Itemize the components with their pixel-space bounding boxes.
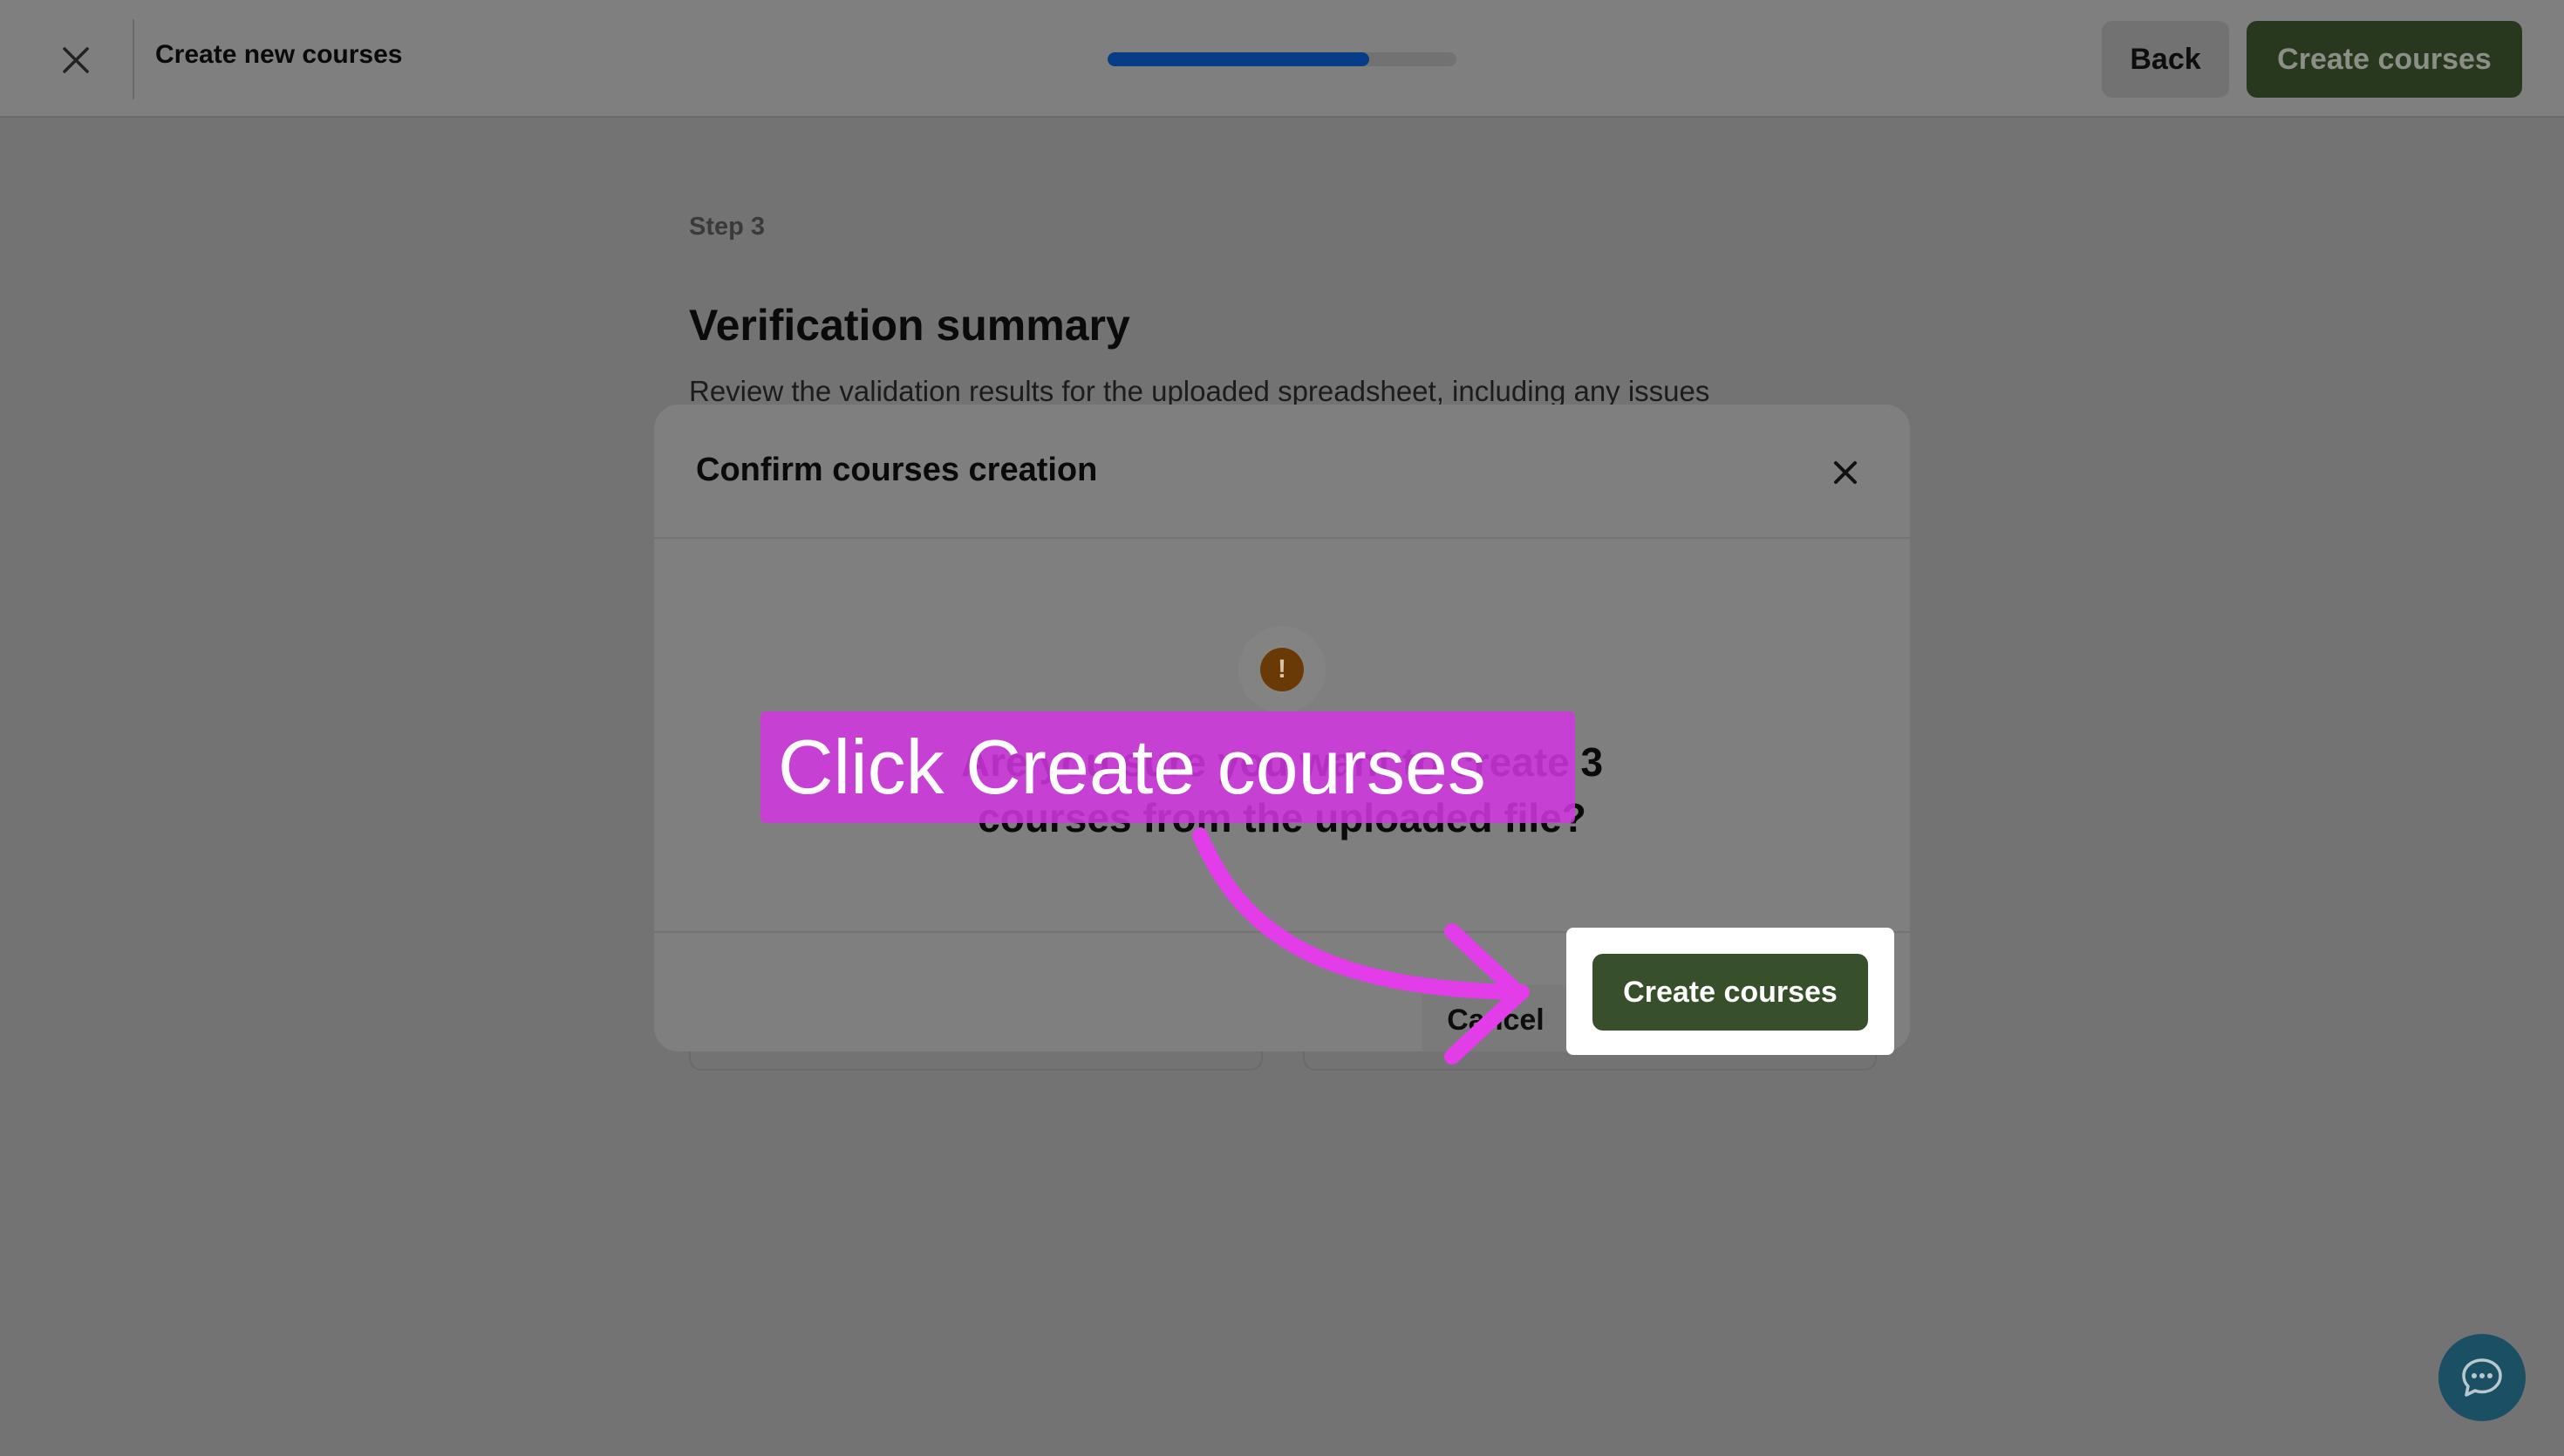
section-heading: Verification summary: [689, 301, 1130, 350]
close-icon[interactable]: [1826, 453, 1865, 492]
exclamation-icon: !: [1260, 648, 1304, 691]
close-icon[interactable]: [54, 38, 98, 82]
top-bar: Create new courses Back Create courses: [0, 0, 2564, 118]
step-label: Step 3: [689, 213, 766, 241]
dialog-title: Confirm courses creation: [696, 452, 1098, 488]
create-courses-button[interactable]: Create courses: [1592, 954, 1868, 1031]
topbar-divider: [133, 19, 134, 99]
section-description: Review the validation results for the up…: [689, 375, 1710, 407]
create-courses-button-top[interactable]: Create courses: [2247, 21, 2522, 98]
chat-button[interactable]: [2438, 1334, 2526, 1421]
cancel-button[interactable]: Cancel: [1422, 985, 1570, 1051]
progress-bar: [1108, 52, 1456, 66]
instruction-callout: Click Create courses: [760, 711, 1575, 823]
chat-bubble-icon: [2462, 1358, 2502, 1397]
page-title: Create new courses: [155, 40, 403, 69]
back-button[interactable]: Back: [2102, 21, 2229, 98]
progress-fill: [1108, 52, 1369, 66]
dialog-header: Confirm courses creation: [654, 405, 1910, 539]
